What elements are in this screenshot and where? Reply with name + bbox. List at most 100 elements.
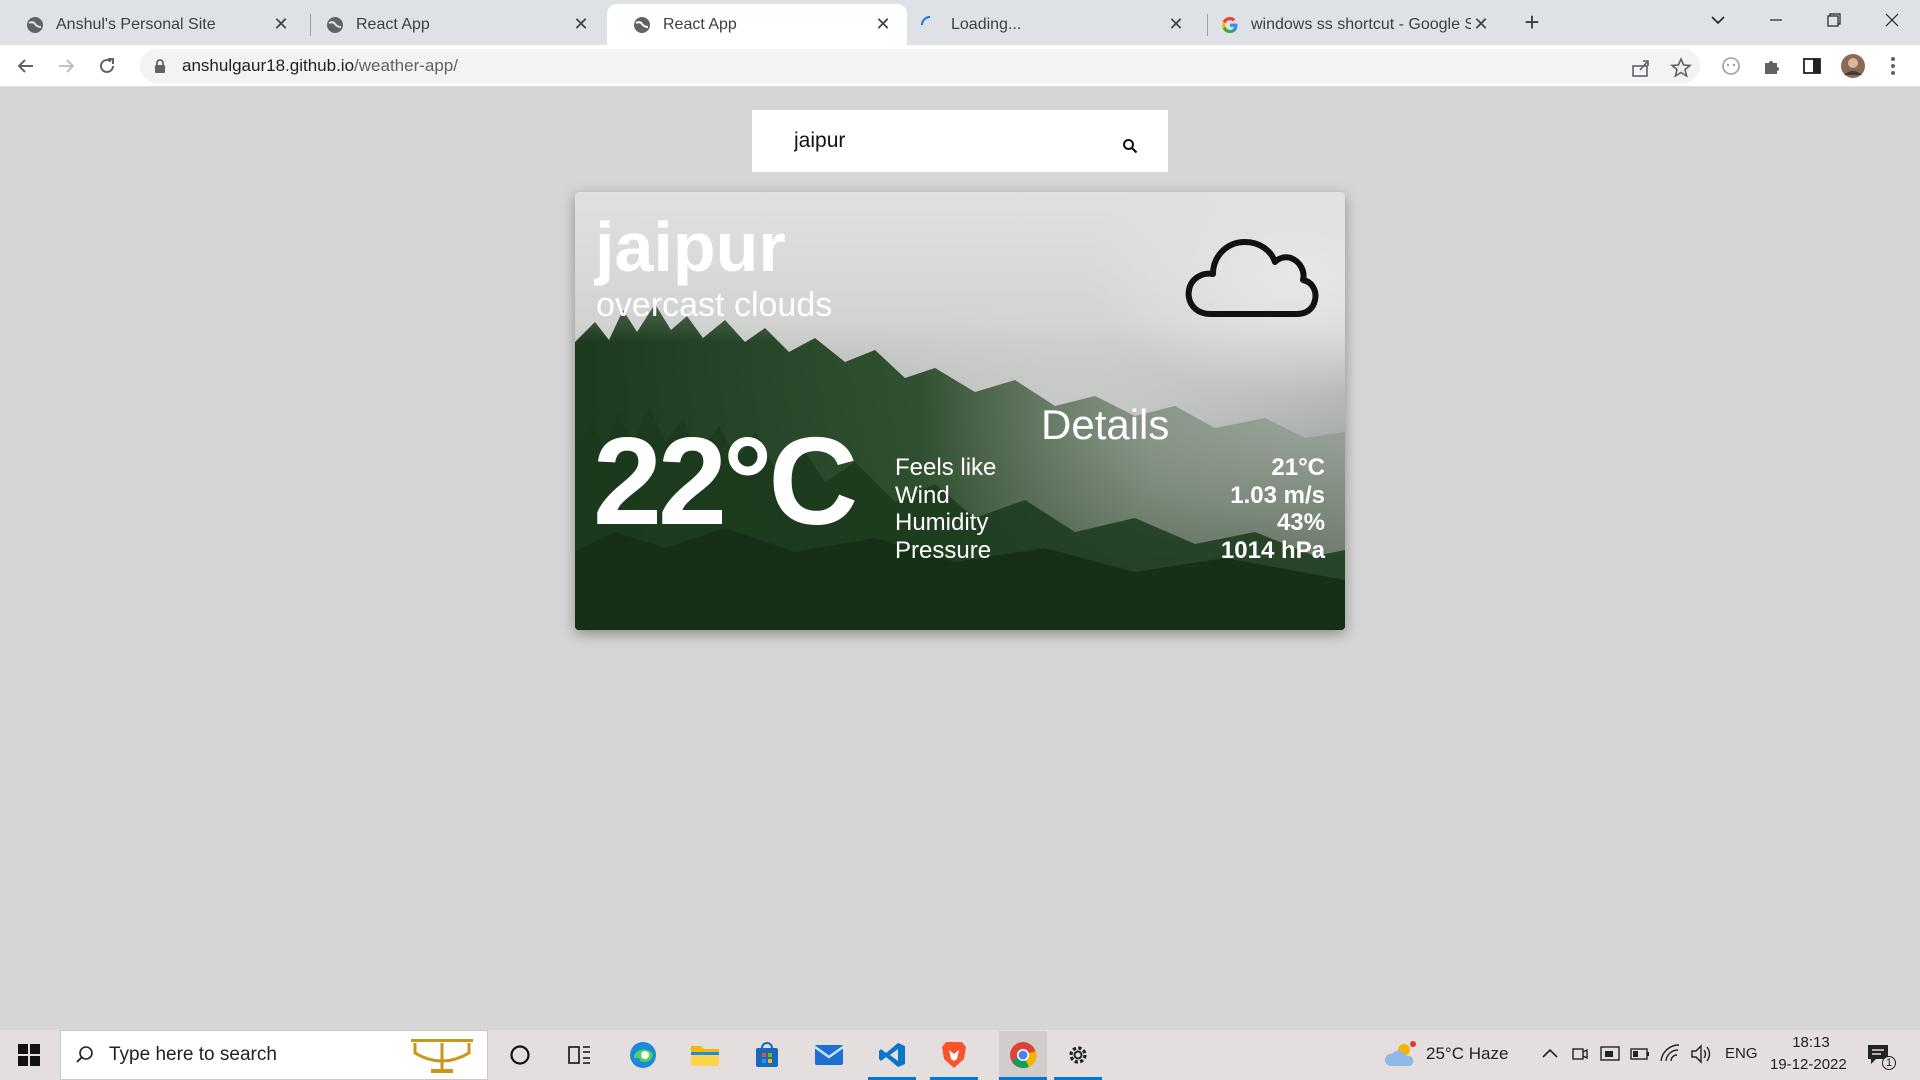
tab-strip: Anshul's Personal Site ✕ React App ✕ Rea…: [0, 0, 1920, 45]
current-temperature: 22°C: [593, 413, 858, 551]
minimize-button[interactable]: [1748, 0, 1804, 40]
url-host: anshulgaur18.github.io: [182, 56, 355, 75]
tab-react-app-active[interactable]: React App ✕: [607, 4, 907, 45]
clock-date[interactable]: 19-12-2022: [1770, 1056, 1847, 1073]
meet-now-icon[interactable]: [1572, 1045, 1588, 1063]
detail-label: Wind: [895, 481, 950, 509]
wifi-icon[interactable]: [1660, 1044, 1680, 1062]
detail-label: Humidity: [895, 509, 989, 536]
taskbar-vscode[interactable]: [875, 1038, 909, 1072]
detail-label: Feels like: [895, 454, 997, 481]
start-button[interactable]: [12, 1038, 46, 1072]
edge-browser-icon: [630, 1042, 656, 1068]
tab-react-app[interactable]: React App ✕: [300, 4, 605, 45]
close-tab-icon[interactable]: ✕: [1471, 14, 1491, 35]
back-button[interactable]: [9, 49, 43, 83]
city-name: jaipur: [595, 208, 786, 286]
language-indicator[interactable]: ENG: [1725, 1045, 1758, 1062]
restore-icon: [1827, 13, 1841, 27]
close-tab-icon[interactable]: ✕: [1166, 14, 1186, 35]
chevron-up-icon[interactable]: [1542, 1048, 1558, 1058]
details-list: Feels like 21°C Wind 1.03 m/s Humidity 4…: [895, 454, 1325, 564]
taskbar-store[interactable]: [750, 1038, 784, 1072]
windows-logo-icon: [18, 1044, 40, 1066]
taskbar-settings[interactable]: [1061, 1038, 1095, 1072]
notification-count-badge: 1: [1882, 1056, 1897, 1070]
task-view-icon: [568, 1046, 590, 1064]
taskbar-search-box[interactable]: Type here to search: [60, 1030, 488, 1080]
close-tab-icon[interactable]: ✕: [571, 14, 591, 35]
close-window-button[interactable]: [1864, 0, 1920, 40]
cloud-icon: [1185, 239, 1319, 317]
tab-title: Anshul's Personal Site: [56, 15, 216, 33]
taskbar-chrome[interactable]: [999, 1031, 1047, 1079]
battery-icon[interactable]: [1630, 1047, 1650, 1061]
reload-icon: [100, 58, 114, 73]
tab-title: React App: [356, 15, 430, 33]
tab-personal-site[interactable]: Anshul's Personal Site ✕: [0, 4, 305, 45]
gear-icon: [1069, 1046, 1087, 1064]
weather-card: jaipur overcast clouds 22°C Details Feel…: [575, 192, 1345, 630]
menorah-doodle-icon: [411, 1039, 473, 1073]
tab-google-search[interactable]: windows ss shortcut - Google Se ✕: [1195, 4, 1505, 45]
tab-search-button[interactable]: [1690, 0, 1746, 40]
share-icon[interactable]: [1630, 57, 1652, 79]
detail-row-wind: Wind 1.03 m/s: [895, 482, 1325, 510]
vscode-icon: [879, 1043, 905, 1067]
chevron-down-icon: [1711, 16, 1725, 25]
details-title: Details: [1041, 401, 1170, 448]
globe-icon: [634, 16, 650, 33]
side-panel-icon[interactable]: [1801, 55, 1823, 77]
mail-envelope-icon: [814, 1045, 844, 1065]
puzzle-extensions-icon[interactable]: [1761, 55, 1783, 77]
taskbar-file-explorer[interactable]: [688, 1038, 722, 1072]
weather-description: overcast clouds: [596, 286, 833, 324]
search-icon: [76, 1046, 93, 1063]
detail-row-pressure: Pressure 1014 hPa: [895, 537, 1325, 565]
tab-loading[interactable]: Loading... ✕: [895, 4, 1200, 45]
kebab-menu-icon: [1891, 57, 1895, 75]
volume-icon[interactable]: [1690, 1044, 1712, 1064]
clock-time[interactable]: 18:13: [1787, 1034, 1835, 1051]
chrome-icon: [1010, 1042, 1037, 1069]
windows-taskbar: Type here to search 25°C Haze ENG 18:13 …: [0, 1030, 1920, 1080]
globe-icon: [27, 16, 43, 33]
taskbar-search-placeholder: Type here to search: [109, 1044, 277, 1065]
weather-sun-cloud-icon[interactable]: [1384, 1040, 1418, 1070]
task-view-button[interactable]: [563, 1038, 597, 1072]
taskbar-weather-text[interactable]: 25°C Haze: [1426, 1044, 1508, 1064]
forward-button[interactable]: [49, 49, 83, 83]
search-icon[interactable]: [1122, 138, 1138, 154]
taskbar-mail[interactable]: [812, 1038, 846, 1072]
brave-lion-icon: [942, 1042, 966, 1068]
bookmark-star-icon[interactable]: [1670, 57, 1692, 79]
detail-label: Pressure: [895, 536, 992, 564]
folder-icon: [691, 1046, 719, 1066]
google-icon: [1222, 16, 1238, 33]
city-search-input[interactable]: [794, 129, 1094, 153]
extension-ghost-icon[interactable]: [1720, 55, 1742, 77]
minimize-icon: [1770, 19, 1782, 21]
screen-share-icon[interactable]: [1600, 1045, 1620, 1063]
lock-icon[interactable]: [152, 58, 168, 74]
browser-menu-button[interactable]: [1876, 49, 1910, 83]
avatar[interactable]: [1840, 53, 1866, 79]
arrow-left-icon: [17, 59, 33, 73]
url-path: /weather-app/: [354, 56, 458, 75]
detail-value: 43%: [1276, 509, 1325, 536]
cortana-circle-icon: [510, 1045, 530, 1065]
taskbar-edge[interactable]: [626, 1038, 660, 1072]
cortana-button[interactable]: [503, 1038, 537, 1072]
close-icon: [1885, 13, 1899, 27]
reload-button[interactable]: [90, 49, 124, 83]
close-tab-icon[interactable]: ✕: [271, 14, 291, 35]
close-tab-icon[interactable]: ✕: [873, 14, 893, 35]
detail-value: 21°C: [1271, 454, 1325, 481]
taskbar-brave[interactable]: [937, 1038, 971, 1072]
restore-button[interactable]: [1806, 0, 1862, 40]
globe-icon: [327, 16, 343, 33]
detail-value: 1.03 m/s: [1230, 481, 1325, 509]
address-bar[interactable]: anshulgaur18.github.io/weather-app/: [140, 49, 1700, 83]
detail-row-humidity: Humidity 43%: [895, 509, 1325, 537]
new-tab-button[interactable]: +: [1518, 7, 1546, 37]
